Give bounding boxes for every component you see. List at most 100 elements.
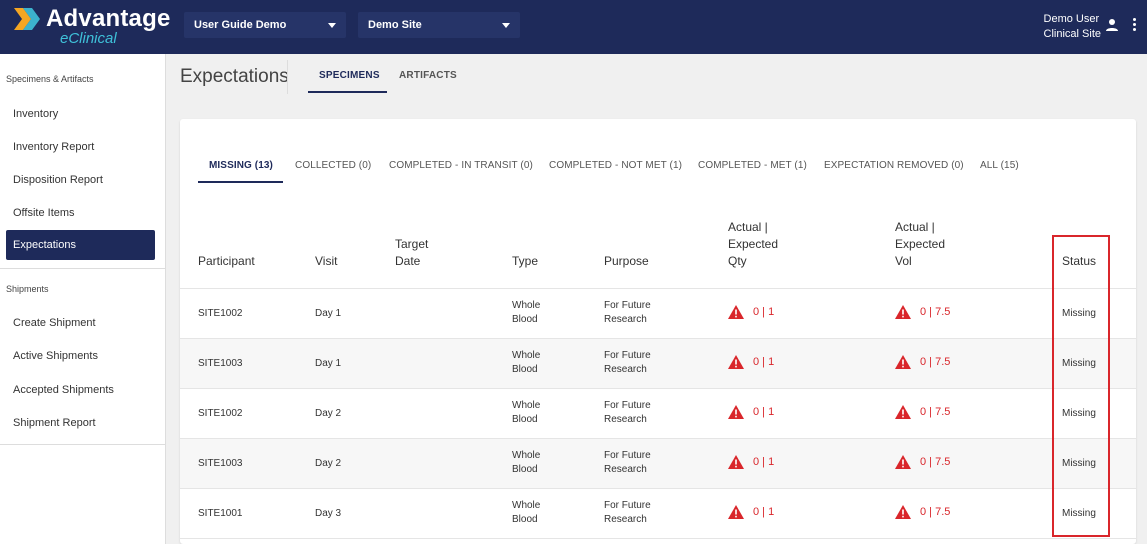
active-tab-indicator: [308, 91, 387, 93]
sidebar-item-inventory-report[interactable]: Inventory Report: [6, 130, 155, 160]
column-header-type[interactable]: Type: [512, 253, 538, 270]
warning-triangle-icon: [728, 305, 744, 319]
table-row[interactable]: SITE1002 Day 2 Whole Blood For Future Rese…: [180, 389, 1136, 439]
status-tab-expectation-removed[interactable]: EXPECTATION REMOVED (0): [824, 160, 964, 171]
sidebar-item-create-shipment[interactable]: Create Shipment: [6, 306, 155, 336]
warning-triangle-icon: [728, 405, 744, 419]
warning-triangle-icon: [895, 405, 911, 419]
study-select[interactable]: User Guide Demo: [184, 12, 346, 38]
type-cell: Whole Blood: [512, 450, 541, 475]
chevron-down-icon: [328, 23, 336, 28]
status-tab-completed-met[interactable]: COMPLETED - MET (1): [698, 160, 807, 171]
sidebar-section-label: Specimens & Artifacts: [6, 74, 94, 84]
sidebar-item-expectations[interactable]: Expectations: [6, 230, 155, 260]
sidebar-item-accepted-shipments[interactable]: Accepted Shipments: [6, 373, 155, 403]
warning-triangle-icon: [728, 505, 744, 519]
purpose-cell: For Future Research: [604, 500, 651, 525]
status-tab-collected[interactable]: COLLECTED (0): [295, 160, 371, 171]
visit-cell: Day 2: [315, 408, 342, 419]
column-header-visit[interactable]: Visit: [315, 253, 337, 270]
table-row[interactable]: SITE1003 Day 2 Whole Blood For Future Rese…: [180, 439, 1136, 489]
tab-specimens[interactable]: SPECIMENS: [319, 70, 380, 81]
status-tab-completed-not-met[interactable]: COMPLETED - NOT MET (1): [549, 160, 682, 171]
purpose-cell: For Future Research: [604, 450, 651, 475]
sidebar-section-label: Shipments: [6, 284, 49, 294]
vol-value: 0 | 7.5: [920, 406, 951, 418]
chevron-down-icon: [502, 23, 510, 28]
column-header-text: Vol: [895, 254, 912, 268]
purpose-cell: For Future Research: [604, 300, 651, 325]
site-select-value: Demo Site: [368, 19, 422, 31]
user-name: Demo User: [1043, 13, 1100, 25]
header-divider: [287, 60, 288, 94]
actual-expected-vol-cell: 0 | 7.5: [895, 455, 950, 469]
top-app-bar: Advantage eClinical User Guide Demo Demo…: [0, 0, 1147, 54]
actual-expected-qty-cell: 0 | 1: [728, 355, 774, 369]
actual-expected-vol-cell: 0 | 7.5: [895, 305, 950, 319]
sidebar-item-shipment-report[interactable]: Shipment Report: [6, 406, 155, 436]
column-header-text: Expected: [895, 237, 946, 251]
column-header-target-date[interactable]: Target Date: [395, 236, 428, 270]
column-header-text: Qty: [728, 254, 747, 268]
column-header-text: Expected: [728, 237, 779, 251]
sidebar-divider: [0, 444, 166, 445]
column-header-actual-expected-qty[interactable]: Actual | Expected Qty: [728, 219, 778, 270]
vol-value: 0 | 7.5: [920, 456, 951, 468]
user-site: Clinical Site: [1043, 28, 1101, 40]
tab-artifacts[interactable]: ARTIFACTS: [399, 70, 457, 81]
visit-cell: Day 3: [315, 508, 342, 519]
column-header-participant[interactable]: Participant: [198, 253, 255, 270]
qty-value: 0 | 1: [753, 356, 775, 368]
user-info[interactable]: Demo User Clinical Site: [1044, 12, 1101, 42]
vol-value: 0 | 7.5: [920, 356, 951, 368]
logo-wordmark: Advantage: [46, 5, 171, 32]
person-icon[interactable]: [1105, 18, 1119, 32]
type-cell: Whole Blood: [512, 500, 541, 525]
column-header-actual-expected-vol[interactable]: Actual | Expected Vol: [895, 219, 945, 270]
type-cell: Whole Blood: [512, 400, 541, 425]
qty-value: 0 | 1: [753, 506, 775, 518]
type-cell: Whole Blood: [512, 300, 541, 325]
qty-value: 0 | 1: [753, 456, 775, 468]
sidebar-item-disposition-report[interactable]: Disposition Report: [6, 163, 155, 193]
logo-subtitle: eClinical: [60, 30, 117, 47]
participant-cell: SITE1003: [198, 358, 243, 369]
visit-cell: Day 2: [315, 458, 342, 469]
vol-value: 0 | 7.5: [920, 306, 951, 318]
actual-expected-qty-cell: 0 | 1: [728, 305, 774, 319]
sidebar-item-active-shipments[interactable]: Active Shipments: [6, 339, 155, 369]
actual-expected-qty-cell: 0 | 1: [728, 455, 774, 469]
actual-expected-vol-cell: 0 | 7.5: [895, 405, 950, 419]
warning-triangle-icon: [728, 455, 744, 469]
qty-value: 0 | 1: [753, 306, 775, 318]
qty-value: 0 | 1: [753, 406, 775, 418]
column-header-purpose[interactable]: Purpose: [604, 253, 649, 270]
actual-expected-vol-cell: 0 | 7.5: [895, 505, 950, 519]
more-vert-icon[interactable]: [1131, 18, 1137, 34]
visit-cell: Day 1: [315, 308, 342, 319]
status-tab-completed-in-transit[interactable]: COMPLETED - IN TRANSIT (0): [389, 160, 533, 171]
status-tab-all[interactable]: ALL (15): [980, 160, 1019, 171]
logo-chevron-icon: [14, 8, 40, 30]
column-header-text: Actual |: [895, 220, 935, 234]
actual-expected-vol-cell: 0 | 7.5: [895, 355, 950, 369]
status-tab-missing[interactable]: MISSING (13): [209, 160, 273, 171]
warning-triangle-icon: [895, 355, 911, 369]
advantage-logo[interactable]: Advantage eClinical: [14, 5, 174, 49]
page-title: Expectations: [180, 66, 289, 87]
actual-expected-qty-cell: 0 | 1: [728, 405, 774, 419]
table-row[interactable]: SITE1002 Day 1 Whole Blood For Future Rese…: [180, 289, 1136, 339]
visit-cell: Day 1: [315, 358, 342, 369]
site-select[interactable]: Demo Site: [358, 12, 520, 38]
column-header-text: Target: [395, 237, 429, 251]
warning-triangle-icon: [895, 505, 911, 519]
purpose-cell: For Future Research: [604, 400, 651, 425]
sidebar-item-inventory[interactable]: Inventory: [6, 97, 155, 127]
table-row[interactable]: SITE1003 Day 1 Whole Blood For Future Rese…: [180, 339, 1136, 389]
participant-cell: SITE1002: [198, 408, 243, 419]
sidebar: Specimens & Artifacts Inventory Inventor…: [0, 54, 166, 544]
table-row[interactable]: SITE1001 Day 3 Whole Blood For Future Rese…: [180, 489, 1136, 539]
participant-cell: SITE1001: [198, 508, 243, 519]
sidebar-item-offsite-items[interactable]: Offsite Items: [6, 196, 155, 226]
purpose-cell: For Future Research: [604, 350, 651, 375]
